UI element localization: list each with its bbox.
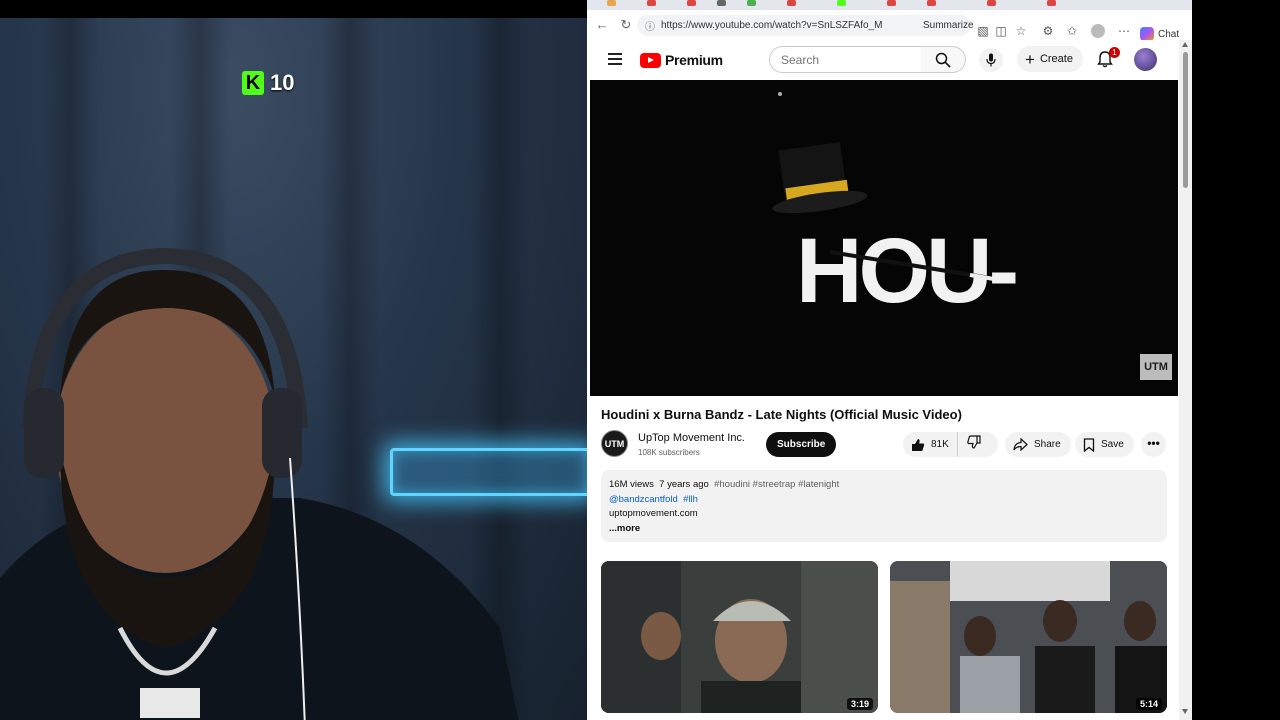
like-count: 81K — [931, 439, 949, 450]
notifications-button[interactable]: 1 — [1096, 47, 1120, 70]
summarize-icon[interactable]: ▧ — [976, 24, 990, 38]
scrollbar-thumb[interactable] — [1183, 52, 1188, 188]
youtube-play-icon — [640, 52, 661, 68]
create-label: Create — [1039, 53, 1073, 65]
profile-icon[interactable] — [1091, 24, 1105, 38]
channel-avatar[interactable]: UTM — [601, 430, 628, 457]
tab-favicon[interactable] — [927, 0, 936, 6]
thumbs-up-icon — [912, 438, 925, 451]
chat-label: Chat — [1158, 28, 1180, 40]
tab-favicon[interactable] — [687, 0, 696, 6]
more-actions-button[interactable]: ••• — [1141, 432, 1166, 457]
like-dislike-group: 81K — [903, 432, 998, 457]
kick-viewer-badge: K 10 — [242, 70, 294, 96]
dislike-button[interactable] — [958, 435, 981, 454]
thumbs-down-icon — [967, 435, 981, 449]
view-count: 16M views — [609, 479, 654, 490]
url-field[interactable]: ⓘ https://www.youtube.com/watch?v=SnLSZF… — [637, 15, 971, 36]
create-button[interactable]: + Create — [1017, 46, 1083, 72]
split-screen-icon[interactable]: ◫ — [994, 24, 1008, 38]
streamer-silhouette — [0, 248, 519, 720]
search-input[interactable] — [781, 52, 911, 67]
hashtag-link[interactable]: #llh — [683, 494, 698, 505]
youtube-premium-logo[interactable]: Premium — [640, 52, 723, 68]
kick-logo-icon: K — [242, 71, 264, 95]
tab-favicon[interactable] — [717, 0, 726, 6]
website-link[interactable]: uptopmovement.com — [609, 507, 1159, 522]
thumbnail-image — [601, 561, 878, 713]
mention-link[interactable]: @bandzcantfold — [609, 494, 678, 505]
tab-favicon[interactable] — [787, 0, 796, 6]
tab-favicon[interactable] — [887, 0, 896, 6]
video-frame: HOU- — [590, 80, 1178, 396]
scroll-up-icon[interactable] — [1182, 42, 1188, 47]
thumbnail-image — [890, 561, 1167, 713]
description-meta-line: 16M views 7 years ago #houdini #streetra… — [609, 478, 1159, 493]
tab-favicon[interactable] — [837, 0, 846, 6]
voice-search-button[interactable] — [979, 48, 1003, 72]
upload-age: 7 years ago — [659, 479, 709, 490]
related-video-thumbnail[interactable]: 5:14 — [890, 561, 1167, 713]
video-player[interactable]: HOU- UTM — [590, 80, 1178, 396]
summarize-button[interactable]: Summarize — [923, 20, 974, 31]
description-box[interactable]: 16M views 7 years ago #houdini #streetra… — [601, 470, 1167, 542]
screen: K 10 ← ↻ ⓘ https://www.youtube.com/watch… — [0, 0, 1280, 720]
video-duration: 5:14 — [1135, 698, 1162, 710]
subscriber-count: 108K subscribers — [638, 448, 700, 457]
summarize-label: Summarize — [923, 20, 974, 31]
favorite-star-icon[interactable]: ☆ — [1014, 24, 1028, 38]
viewer-count: 10 — [270, 70, 295, 95]
search-box[interactable] — [769, 46, 922, 73]
video-watermark: UTM — [1140, 354, 1172, 380]
share-icon — [1013, 438, 1028, 451]
related-video-thumbnail[interactable]: 3:19 — [601, 561, 878, 713]
logo-text: Premium — [665, 52, 723, 68]
channel-name[interactable]: UpTop Movement Inc. — [638, 432, 745, 444]
letterbox-right — [1192, 0, 1280, 720]
show-more-link[interactable]: ...more — [609, 522, 1159, 537]
tab-favicon[interactable] — [1047, 0, 1056, 6]
address-bar: ← ↻ ⓘ https://www.youtube.com/watch?v=Sn… — [587, 10, 1192, 41]
bookmark-icon — [1083, 437, 1095, 452]
back-icon[interactable]: ← — [595, 18, 609, 32]
account-avatar[interactable] — [1134, 48, 1157, 71]
tab-strip[interactable] — [587, 0, 1192, 10]
save-label: Save — [1101, 439, 1124, 450]
url-text[interactable]: https://www.youtube.com/watch?v=SnLSZFAf… — [661, 20, 883, 31]
favorites-icon[interactable]: ✩ — [1065, 24, 1079, 38]
subscribe-button[interactable]: Subscribe — [766, 432, 837, 457]
site-info-icon[interactable]: ⓘ — [645, 18, 655, 33]
more-menu-icon[interactable]: ⋯ — [1117, 24, 1131, 38]
youtube-header: Premium + Create — [587, 40, 1182, 80]
like-button[interactable]: 81K — [903, 432, 958, 457]
tab-favicon[interactable] — [987, 0, 996, 6]
scroll-down-icon[interactable] — [1182, 709, 1188, 714]
video-title-card: HOU- — [796, 220, 1015, 322]
tab-favicon[interactable] — [647, 0, 656, 6]
share-label: Share — [1034, 439, 1061, 450]
webcam-feed: K 10 — [0, 18, 587, 720]
hamburger-menu-icon[interactable] — [608, 53, 622, 65]
video-duration: 3:19 — [846, 698, 873, 710]
tab-favicon[interactable] — [607, 0, 616, 6]
description-mentions-line: @bandzcantfold #llh — [609, 493, 1159, 508]
search-button[interactable] — [921, 46, 966, 73]
hashtags[interactable]: #houdini #streetrap #latenight — [714, 479, 839, 490]
save-button[interactable]: Save — [1075, 432, 1134, 457]
tab-favicon[interactable] — [747, 0, 756, 6]
refresh-icon[interactable]: ↻ — [619, 18, 633, 32]
search-icon — [935, 52, 951, 68]
microphone-icon — [986, 53, 996, 67]
notification-badge: 1 — [1109, 47, 1120, 58]
video-title: Houdini x Burna Bandz - Late Nights (Off… — [601, 407, 962, 422]
browser-window: ← ↻ ⓘ https://www.youtube.com/watch?v=Sn… — [587, 0, 1192, 720]
copilot-icon — [1140, 27, 1154, 41]
extension-icon[interactable]: ⚙ — [1041, 24, 1055, 38]
page-scrollbar[interactable] — [1179, 40, 1192, 720]
share-button[interactable]: Share — [1005, 432, 1071, 457]
plus-icon: + — [1025, 49, 1035, 69]
copilot-chat-button[interactable]: Chat — [1140, 27, 1179, 41]
